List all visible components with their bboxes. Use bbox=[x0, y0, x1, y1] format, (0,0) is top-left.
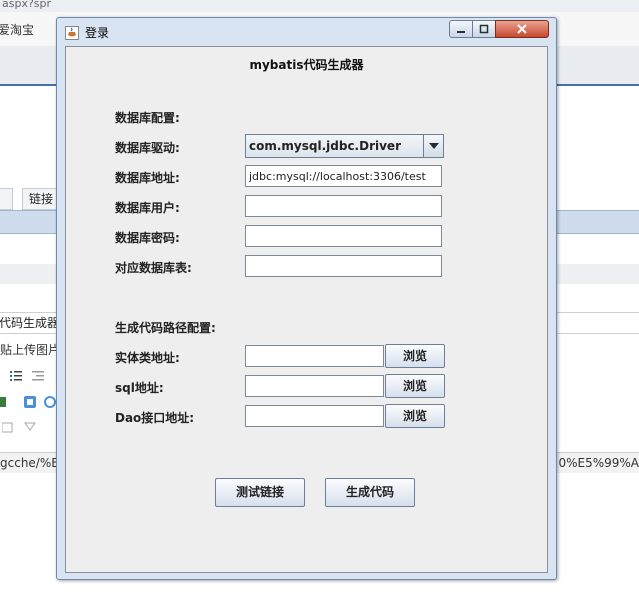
db-section-label: 数据库配置: bbox=[115, 111, 180, 125]
dao-path-field[interactable] bbox=[245, 405, 384, 427]
merge-tool-icon[interactable] bbox=[24, 422, 36, 434]
editor-tab-link[interactable]: 链接 bbox=[22, 188, 60, 210]
media-icon[interactable] bbox=[24, 396, 36, 408]
table-label: 对应数据库表: bbox=[115, 261, 192, 275]
user-field[interactable] bbox=[245, 195, 442, 217]
table-tool-icon[interactable] bbox=[2, 422, 14, 434]
generate-code-button[interactable]: 生成代码 bbox=[325, 478, 415, 507]
status-left-text: gcche/%E bbox=[0, 456, 59, 470]
dialog-heading: mybatis代码生成器 bbox=[249, 58, 364, 72]
editor-hint-text: 贴上传图片 bbox=[0, 343, 61, 357]
java-cup-icon bbox=[65, 26, 79, 40]
numbered-list-icon[interactable] bbox=[10, 370, 22, 382]
browser-top-text: aspx?spr bbox=[2, 0, 52, 10]
table-input[interactable] bbox=[246, 256, 441, 276]
close-button[interactable] bbox=[495, 20, 549, 38]
sql-path-input[interactable] bbox=[246, 376, 383, 396]
password-input[interactable] bbox=[246, 226, 441, 246]
entity-browse-button[interactable]: 浏览 bbox=[385, 344, 445, 368]
driver-select-value: com.mysql.jdbc.Driver bbox=[249, 139, 401, 153]
login-dialog: 登录 mybatis代码生成器 数据库配置: 数据库驱动: com.mysql.… bbox=[56, 17, 557, 580]
url-label: 数据库地址: bbox=[115, 171, 180, 185]
entity-path-field[interactable] bbox=[245, 345, 384, 367]
chevron-down-icon bbox=[428, 143, 439, 149]
gen-section-label: 生成代码路径配置: bbox=[115, 321, 216, 335]
minimize-icon bbox=[457, 31, 465, 33]
url-input[interactable] bbox=[246, 166, 441, 186]
test-connection-button[interactable]: 测试链接 bbox=[215, 478, 305, 507]
editor-tab[interactable] bbox=[0, 188, 13, 210]
bookmark-item[interactable]: 爱淘宝 bbox=[0, 21, 34, 38]
sql-path-field[interactable] bbox=[245, 375, 384, 397]
user-label: 数据库用户: bbox=[115, 201, 180, 215]
dialog-titlebar[interactable]: 登录 bbox=[57, 18, 556, 44]
password-label: 数据库密码: bbox=[115, 231, 180, 245]
entity-path-label: 实体类地址: bbox=[115, 351, 180, 365]
user-input[interactable] bbox=[246, 196, 441, 216]
dao-path-label: Dao接口地址: bbox=[115, 411, 195, 425]
password-field[interactable] bbox=[245, 225, 442, 247]
browser-top-bar: aspx?spr bbox=[0, 0, 639, 12]
driver-select[interactable]: com.mysql.jdbc.Driver bbox=[245, 134, 444, 158]
image-icon[interactable] bbox=[0, 396, 12, 408]
embed-icon[interactable] bbox=[44, 396, 56, 408]
driver-label: 数据库驱动: bbox=[115, 141, 180, 155]
editor-title-text: 代码生成器 bbox=[0, 316, 60, 330]
dialog-content: mybatis代码生成器 数据库配置: 数据库驱动: com.mysql.jdb… bbox=[65, 46, 548, 573]
maximize-button[interactable] bbox=[472, 20, 496, 38]
close-icon bbox=[517, 24, 527, 34]
dao-browse-button[interactable]: 浏览 bbox=[385, 404, 445, 428]
dao-path-input[interactable] bbox=[246, 406, 383, 426]
dialog-title: 登录 bbox=[85, 26, 110, 40]
table-field[interactable] bbox=[245, 255, 442, 277]
driver-select-arrow[interactable] bbox=[423, 135, 443, 157]
outdent-icon[interactable] bbox=[32, 370, 44, 382]
sql-browse-button[interactable]: 浏览 bbox=[385, 374, 445, 398]
entity-path-input[interactable] bbox=[246, 346, 383, 366]
url-field[interactable] bbox=[245, 165, 442, 187]
minimize-button[interactable] bbox=[449, 20, 473, 38]
maximize-icon bbox=[479, 24, 489, 34]
sql-path-label: sql地址: bbox=[115, 381, 164, 395]
status-right-text: 0%E5%99%A bbox=[558, 456, 639, 470]
